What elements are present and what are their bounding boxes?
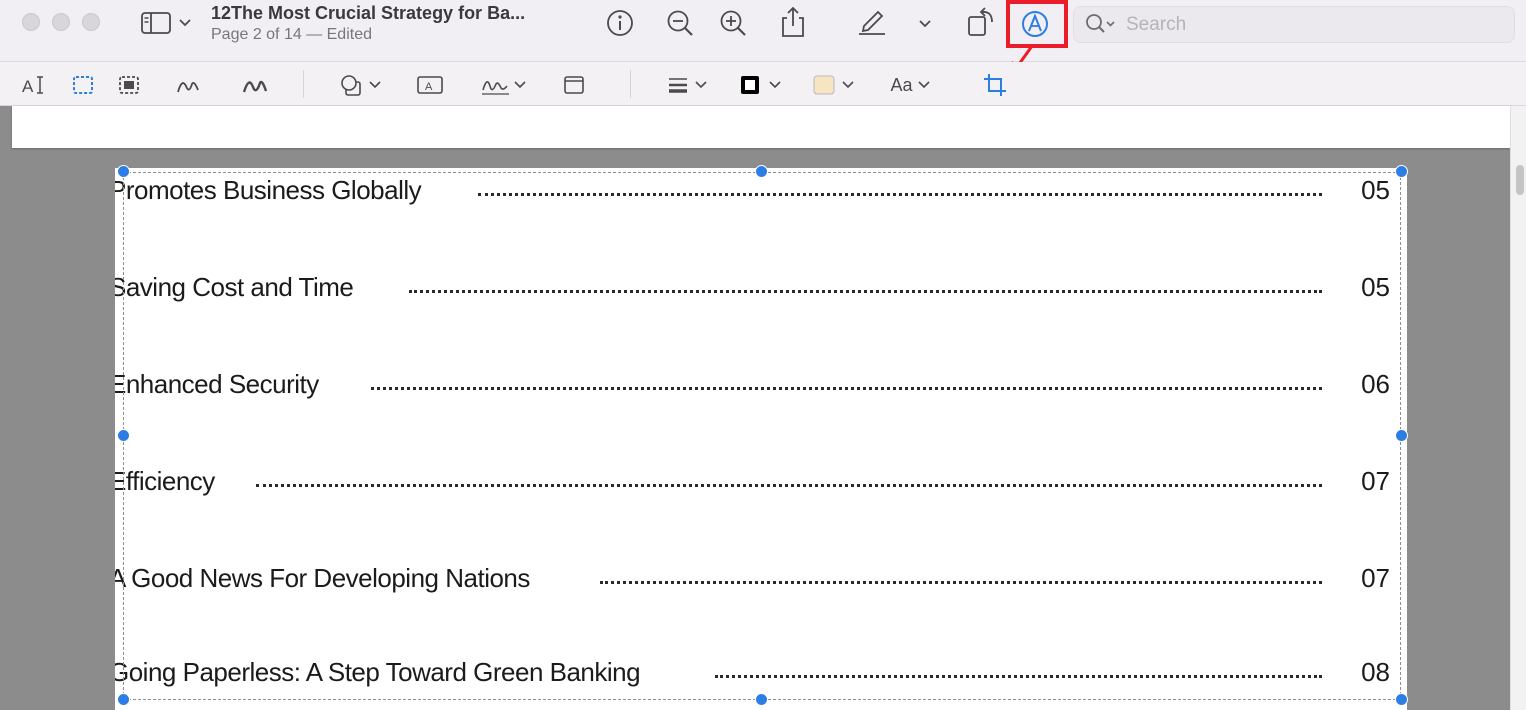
zoom-out-icon bbox=[667, 10, 693, 36]
chevron-down-icon bbox=[917, 81, 930, 89]
fill-color-icon bbox=[813, 75, 854, 95]
note-tool[interactable] bbox=[561, 72, 587, 98]
selection-handle-bottom-right[interactable] bbox=[1395, 693, 1408, 706]
toolbar-divider bbox=[630, 70, 631, 98]
zoom-in-icon bbox=[720, 10, 746, 36]
sidebar-toggle-button[interactable] bbox=[140, 10, 194, 36]
window-titlebar: 12The Most Crucial Strategy for Ba... Pa… bbox=[0, 0, 1526, 62]
rotate-button[interactable] bbox=[965, 5, 997, 39]
text-box-tool[interactable]: A bbox=[415, 72, 445, 98]
close-window-button[interactable] bbox=[22, 13, 40, 31]
toolbar-divider bbox=[303, 70, 304, 98]
document-status: Page 2 of 14 — Edited bbox=[211, 26, 372, 43]
highlighter-pen-icon bbox=[859, 10, 885, 35]
vertical-scrollbar[interactable] bbox=[1510, 106, 1526, 710]
note-icon bbox=[564, 76, 584, 94]
rotate-icon bbox=[968, 7, 993, 36]
share-icon bbox=[782, 6, 804, 37]
search-options-button[interactable] bbox=[1084, 12, 1118, 36]
zoom-window-button[interactable] bbox=[82, 13, 100, 31]
border-color-icon bbox=[741, 76, 781, 94]
selection-handle-right[interactable] bbox=[1395, 429, 1408, 442]
highlight-options-button[interactable] bbox=[914, 12, 936, 34]
text-style-label: Aa bbox=[890, 74, 913, 95]
crop-selection-rectangle[interactable] bbox=[123, 172, 1401, 700]
zoom-in-button[interactable] bbox=[718, 8, 748, 38]
selection-handle-top[interactable] bbox=[755, 165, 768, 178]
text-selection-tool[interactable]: A bbox=[20, 72, 48, 98]
info-icon bbox=[607, 10, 633, 36]
selection-handle-top-left[interactable] bbox=[117, 165, 130, 178]
crop-icon bbox=[984, 74, 1006, 96]
share-button[interactable] bbox=[778, 5, 808, 39]
text-selection-icon: A bbox=[22, 76, 43, 96]
svg-text:A: A bbox=[22, 77, 34, 96]
minimize-window-button[interactable] bbox=[52, 13, 70, 31]
draw-icon bbox=[242, 80, 268, 93]
zoom-out-button[interactable] bbox=[665, 8, 695, 38]
document-title: 12The Most Crucial Strategy for Ba... bbox=[211, 3, 526, 23]
scrollbar-thumb[interactable] bbox=[1516, 165, 1524, 195]
sketch-tool[interactable] bbox=[174, 72, 202, 98]
instant-alpha-icon bbox=[119, 76, 139, 94]
previous-page-bottom bbox=[12, 106, 1510, 148]
selection-handle-bottom-left[interactable] bbox=[117, 693, 130, 706]
chevron-down-icon bbox=[919, 20, 931, 28]
markup-button-highlight-box bbox=[1006, 0, 1068, 48]
highlight-button[interactable] bbox=[856, 6, 888, 36]
draw-tool[interactable] bbox=[240, 72, 270, 98]
dashed-rectangle-icon bbox=[73, 76, 93, 94]
text-style-tool[interactable]: Aa bbox=[886, 72, 936, 98]
text-box-icon: A bbox=[417, 76, 443, 94]
border-color-tool[interactable] bbox=[737, 72, 785, 98]
search-icon bbox=[1086, 14, 1115, 33]
shapes-tool[interactable] bbox=[337, 72, 385, 98]
signature-icon bbox=[482, 81, 526, 95]
sign-tool[interactable] bbox=[479, 72, 529, 98]
selection-handle-left[interactable] bbox=[117, 429, 130, 442]
crop-tool[interactable] bbox=[981, 71, 1009, 99]
info-button[interactable] bbox=[605, 8, 635, 38]
rectangular-selection-tool[interactable] bbox=[70, 72, 96, 98]
line-weight-icon bbox=[669, 78, 707, 93]
shapes-icon bbox=[341, 75, 381, 96]
sketch-icon bbox=[177, 81, 199, 93]
fill-color-tool[interactable] bbox=[810, 72, 858, 98]
shape-style-tool[interactable] bbox=[663, 72, 711, 98]
instant-alpha-tool[interactable] bbox=[116, 72, 142, 98]
svg-text:A: A bbox=[425, 81, 433, 93]
search-placeholder: Search bbox=[1126, 14, 1187, 35]
selection-handle-bottom[interactable] bbox=[755, 693, 768, 706]
sidebar-icon bbox=[141, 12, 191, 34]
selection-handle-top-right[interactable] bbox=[1395, 165, 1408, 178]
